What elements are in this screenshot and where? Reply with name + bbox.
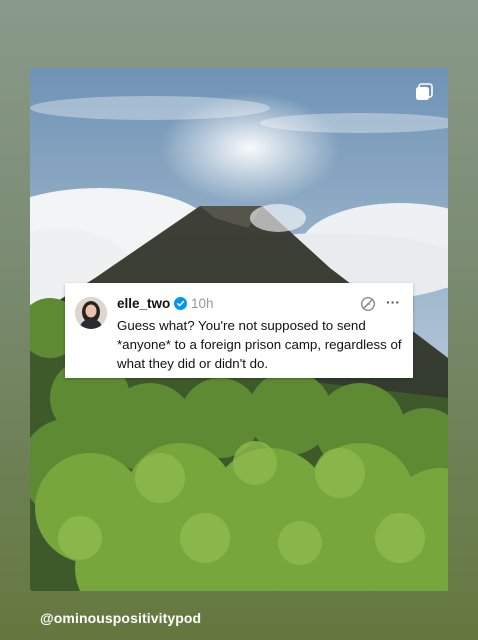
more-options-icon[interactable]: ··· [386,294,400,310]
post-text: Guess what? You're not supposed to send … [117,318,402,371]
no-repost-icon[interactable] [360,296,376,312]
verified-badge-icon [174,297,187,310]
multiple-images-icon [415,83,433,101]
avatar[interactable] [75,297,107,329]
story-handle[interactable]: @ominouspositivitypod [40,610,201,626]
post-timestamp: 10h [191,296,214,311]
post-username[interactable]: elle_two [117,296,170,311]
threads-post-card[interactable]: elle_two 10h ··· Guess what? You're not … [65,283,413,378]
